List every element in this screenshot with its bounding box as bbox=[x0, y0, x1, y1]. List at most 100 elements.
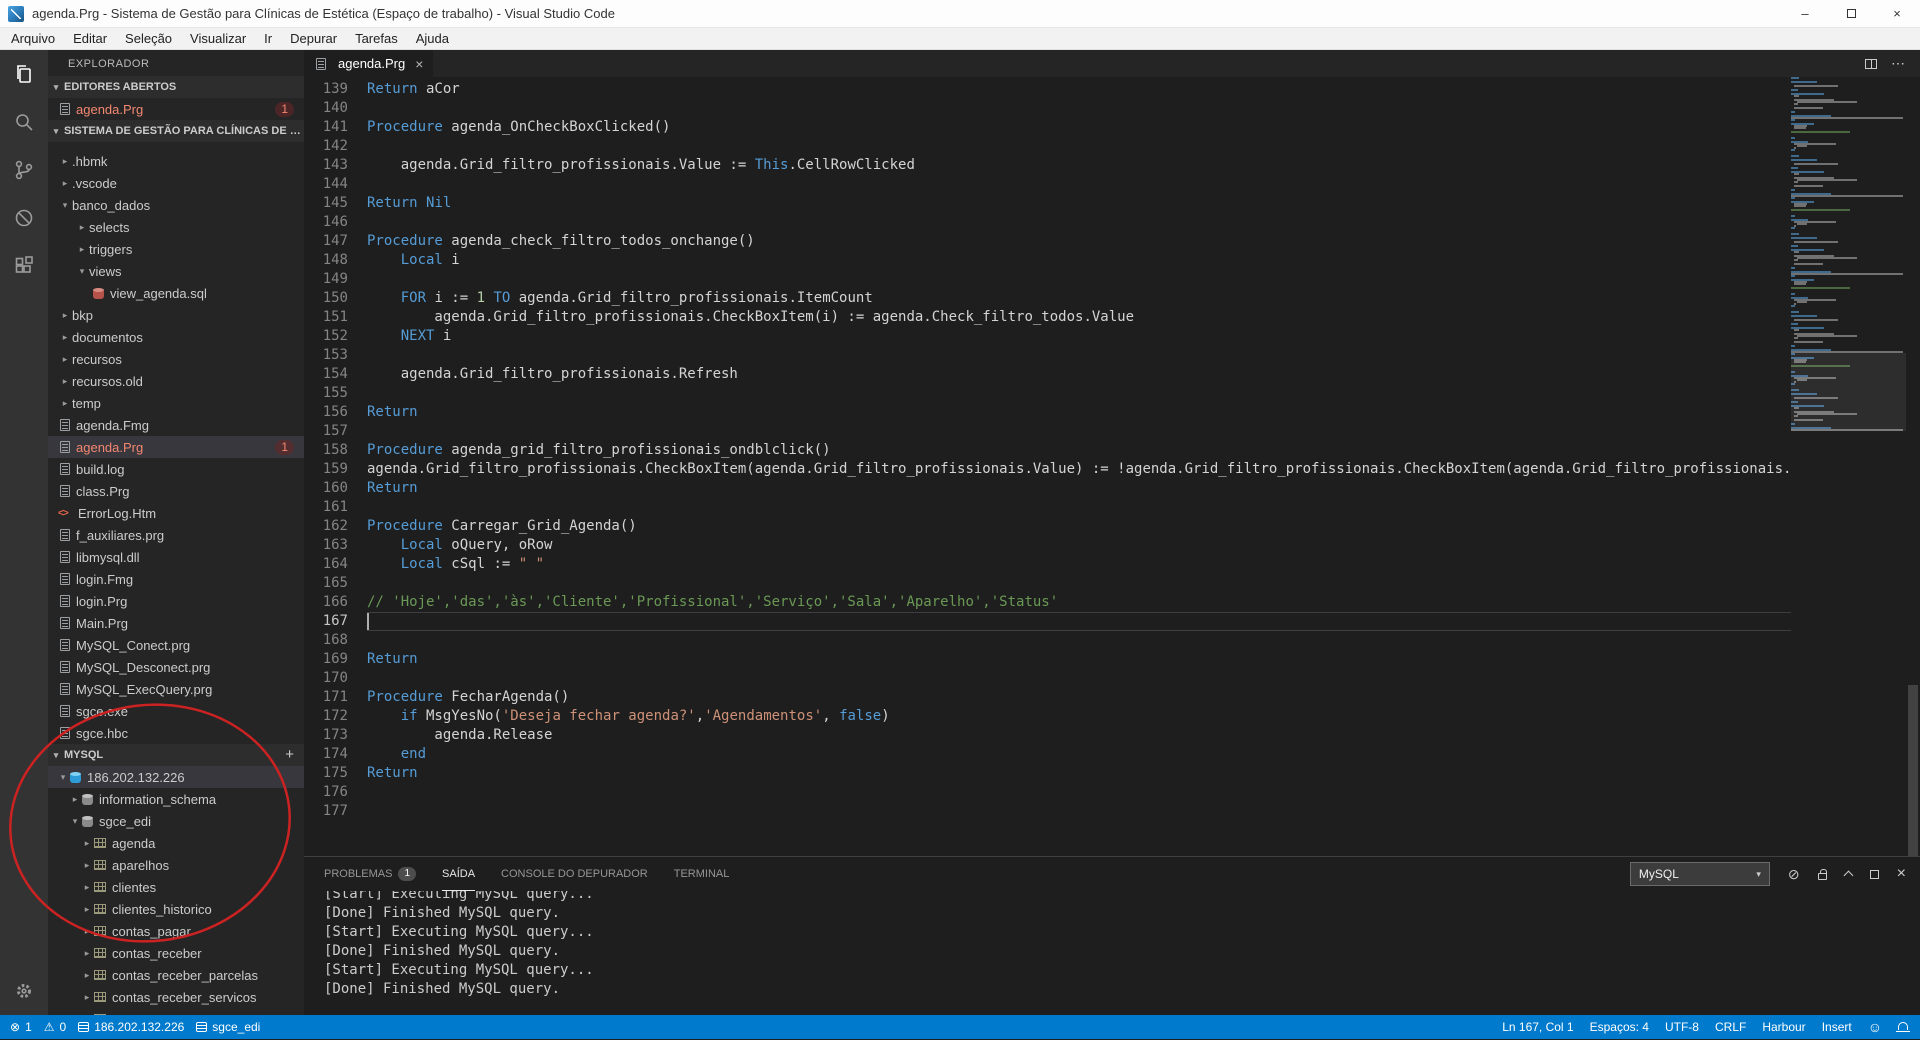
tree-item-agenda-prg[interactable]: agenda.Prg1 bbox=[48, 436, 304, 458]
tree-item-mysql-execquery-prg[interactable]: MySQL_ExecQuery.prg bbox=[48, 678, 304, 700]
chevron-right-icon: ▸ bbox=[75, 244, 89, 255]
tree-item-recursos[interactable]: ▸recursos bbox=[48, 348, 304, 370]
open-editor-agenda-prg[interactable]: agenda.Prg1 bbox=[48, 98, 304, 120]
panel-layout-icon[interactable] bbox=[1870, 870, 1879, 879]
mysql-item-contas-receber-parcelas[interactable]: ▸contas_receber_parcelas bbox=[48, 964, 304, 986]
chevron-down-icon: ▾ bbox=[48, 120, 64, 142]
section-mysql[interactable]: ▾MYSQL+ bbox=[48, 744, 304, 766]
status-crlf[interactable]: CRLF bbox=[1715, 1020, 1746, 1034]
status-error-1[interactable]: ⊗1 bbox=[10, 1020, 32, 1034]
tree-item-label: documentos bbox=[72, 330, 304, 345]
tree-item-build-log[interactable]: build.log bbox=[48, 458, 304, 480]
notifications-bell-icon[interactable] bbox=[1898, 1022, 1908, 1030]
tree-item-main-prg[interactable]: Main.Prg bbox=[48, 612, 304, 634]
output-view[interactable]: [Start] Executing MySQL query...[Done] F… bbox=[304, 891, 1920, 1015]
debug-icon[interactable] bbox=[0, 194, 48, 242]
tab-close-icon[interactable]: × bbox=[415, 56, 423, 72]
maximize-button[interactable] bbox=[1828, 0, 1874, 27]
mysql-item-agenda[interactable]: ▸agenda bbox=[48, 832, 304, 854]
status-harbour[interactable]: Harbour bbox=[1762, 1020, 1805, 1034]
menu-item-visualizar[interactable]: Visualizar bbox=[181, 28, 255, 50]
tree-item-selects[interactable]: ▸selects bbox=[48, 216, 304, 238]
status-database-sgce-edi[interactable]: sgce_edi bbox=[196, 1020, 260, 1034]
feedback-smiley-icon[interactable]: ☺ bbox=[1868, 1021, 1882, 1033]
status-insert[interactable]: Insert bbox=[1822, 1020, 1852, 1034]
tree-item-view-agenda-sql[interactable]: view_agenda.sql bbox=[48, 282, 304, 304]
close-panel-icon[interactable]: × bbox=[1897, 865, 1906, 883]
status-database-186-202-132-226[interactable]: 186.202.132.226 bbox=[78, 1020, 184, 1034]
output-channel-select[interactable]: MySQL ▾ bbox=[1630, 862, 1770, 886]
split-editor-icon[interactable] bbox=[1865, 59, 1877, 69]
code-lines: 139Return aCor140141Procedure agenda_OnC… bbox=[304, 77, 1920, 856]
code-text: agenda.Grid_filtro_profissionais.CheckBo… bbox=[367, 460, 1920, 479]
code-editor[interactable]: 139Return aCor140141Procedure agenda_OnC… bbox=[304, 77, 1920, 856]
status-utf-8[interactable]: UTF-8 bbox=[1665, 1020, 1699, 1034]
panel-tab-terminal[interactable]: TERMINAL bbox=[674, 857, 730, 891]
tree-item-bkp[interactable]: ▸bkp bbox=[48, 304, 304, 326]
status-espacos-4[interactable]: Espaços: 4 bbox=[1590, 1020, 1649, 1034]
extensions-icon[interactable] bbox=[0, 242, 48, 290]
line-number: 168 bbox=[304, 631, 348, 650]
tab-agenda-prg[interactable]: agenda.Prg × bbox=[304, 50, 433, 77]
tree-item-triggers[interactable]: ▸triggers bbox=[48, 238, 304, 260]
explorer-icon[interactable] bbox=[0, 50, 48, 98]
tree-item-agenda-fmg[interactable]: agenda.Fmg bbox=[48, 414, 304, 436]
code-text: end bbox=[367, 745, 1920, 764]
tree-item-banco-dados[interactable]: ▾banco_dados bbox=[48, 194, 304, 216]
mysql-item-aparelhos[interactable]: ▸aparelhos bbox=[48, 854, 304, 876]
close-button[interactable]: × bbox=[1874, 0, 1920, 27]
maximize-panel-icon[interactable] bbox=[1845, 869, 1852, 879]
mysql-item-information-schema[interactable]: ▸information_schema bbox=[48, 788, 304, 810]
minimize-button[interactable]: – bbox=[1782, 0, 1828, 27]
menu-item-ajuda[interactable]: Ajuda bbox=[407, 28, 458, 50]
tree-item-mysql-conect-prg[interactable]: MySQL_Conect.prg bbox=[48, 634, 304, 656]
tree-item-sgce-hbc[interactable]: sgce.hbc bbox=[48, 722, 304, 744]
panel-tab-saida[interactable]: SAÍDA bbox=[442, 857, 475, 891]
minimap-slider[interactable] bbox=[1791, 353, 1906, 431]
tree-item-views[interactable]: ▾views bbox=[48, 260, 304, 282]
menu-item-ir[interactable]: Ir bbox=[255, 28, 281, 50]
editor-scrollbar[interactable] bbox=[1906, 77, 1920, 856]
tree-item-sgce-exe[interactable]: sgce.exe bbox=[48, 700, 304, 722]
status-warning-0[interactable]: ⚠0 bbox=[44, 1020, 66, 1034]
minimap[interactable] bbox=[1791, 77, 1906, 856]
mysql-item-186-202-132-226[interactable]: ▾186.202.132.226 bbox=[48, 766, 304, 788]
menu-item-arquivo[interactable]: Arquivo bbox=[2, 28, 64, 50]
panel-tab-problemas[interactable]: PROBLEMAS1 bbox=[324, 857, 416, 891]
tree-item-errorlog-htm[interactable]: <>ErrorLog.Htm bbox=[48, 502, 304, 524]
settings-gear-icon[interactable] bbox=[0, 967, 48, 1015]
tree-item-libmysql-dll[interactable]: libmysql.dll bbox=[48, 546, 304, 568]
tree-item-login-fmg[interactable]: login.Fmg bbox=[48, 568, 304, 590]
scroll-lock-icon[interactable] bbox=[1818, 868, 1827, 880]
menu-item-editar[interactable]: Editar bbox=[64, 28, 116, 50]
mysql-item-clientes-historico[interactable]: ▸clientes_historico bbox=[48, 898, 304, 920]
mysql-item-contas-receber[interactable]: ▸contas_receber bbox=[48, 942, 304, 964]
tree-item-documentos[interactable]: ▸documentos bbox=[48, 326, 304, 348]
panel-tab-console-do-depurador[interactable]: CONSOLE DO DEPURADOR bbox=[501, 857, 648, 891]
tree-item-mysql-desconect-prg[interactable]: MySQL_Desconect.prg bbox=[48, 656, 304, 678]
tree-item-class-prg[interactable]: class.Prg bbox=[48, 480, 304, 502]
tree-item-login-prg[interactable]: login.Prg bbox=[48, 590, 304, 612]
menu-item-selecao[interactable]: Seleção bbox=[116, 28, 181, 50]
tree-item-vscode[interactable]: ▸.vscode bbox=[48, 172, 304, 194]
mysql-item-sgce-edi[interactable]: ▾sgce_edi bbox=[48, 810, 304, 832]
status-ln-167-col-1[interactable]: Ln 167, Col 1 bbox=[1502, 1020, 1573, 1034]
mysql-item-contas-receber-servicos[interactable]: ▸contas_receber_servicos bbox=[48, 986, 304, 1008]
section-open-editors[interactable]: ▾EDITORES ABERTOS bbox=[48, 76, 304, 98]
menu-item-depurar[interactable]: Depurar bbox=[281, 28, 346, 50]
mysql-item-contas-pagar[interactable]: ▸contas_pagar bbox=[48, 920, 304, 942]
tree-item-recursos-old[interactable]: ▸recursos.old bbox=[48, 370, 304, 392]
scrollbar-thumb[interactable] bbox=[1908, 685, 1918, 856]
menu-item-tarefas[interactable]: Tarefas bbox=[346, 28, 407, 50]
tree-item-hbmk[interactable]: ▸.hbmk bbox=[48, 150, 304, 172]
more-actions-icon[interactable]: ⋯ bbox=[1891, 55, 1906, 72]
mysql-item-clientes[interactable]: ▸clientes bbox=[48, 876, 304, 898]
source-control-icon[interactable] bbox=[0, 146, 48, 194]
add-connection-icon[interactable]: + bbox=[285, 744, 294, 766]
section-workspace[interactable]: ▾SISTEMA DE GESTÃO PARA CLÍNICAS DE ES..… bbox=[48, 120, 304, 142]
tree-item-temp[interactable]: ▸temp bbox=[48, 392, 304, 414]
tree-item-f-auxiliares-prg[interactable]: f_auxiliares.prg bbox=[48, 524, 304, 546]
search-icon[interactable] bbox=[0, 98, 48, 146]
mysql-item-item[interactable]: ▸ bbox=[48, 1008, 304, 1015]
clear-output-icon[interactable]: ⊘ bbox=[1788, 866, 1800, 883]
